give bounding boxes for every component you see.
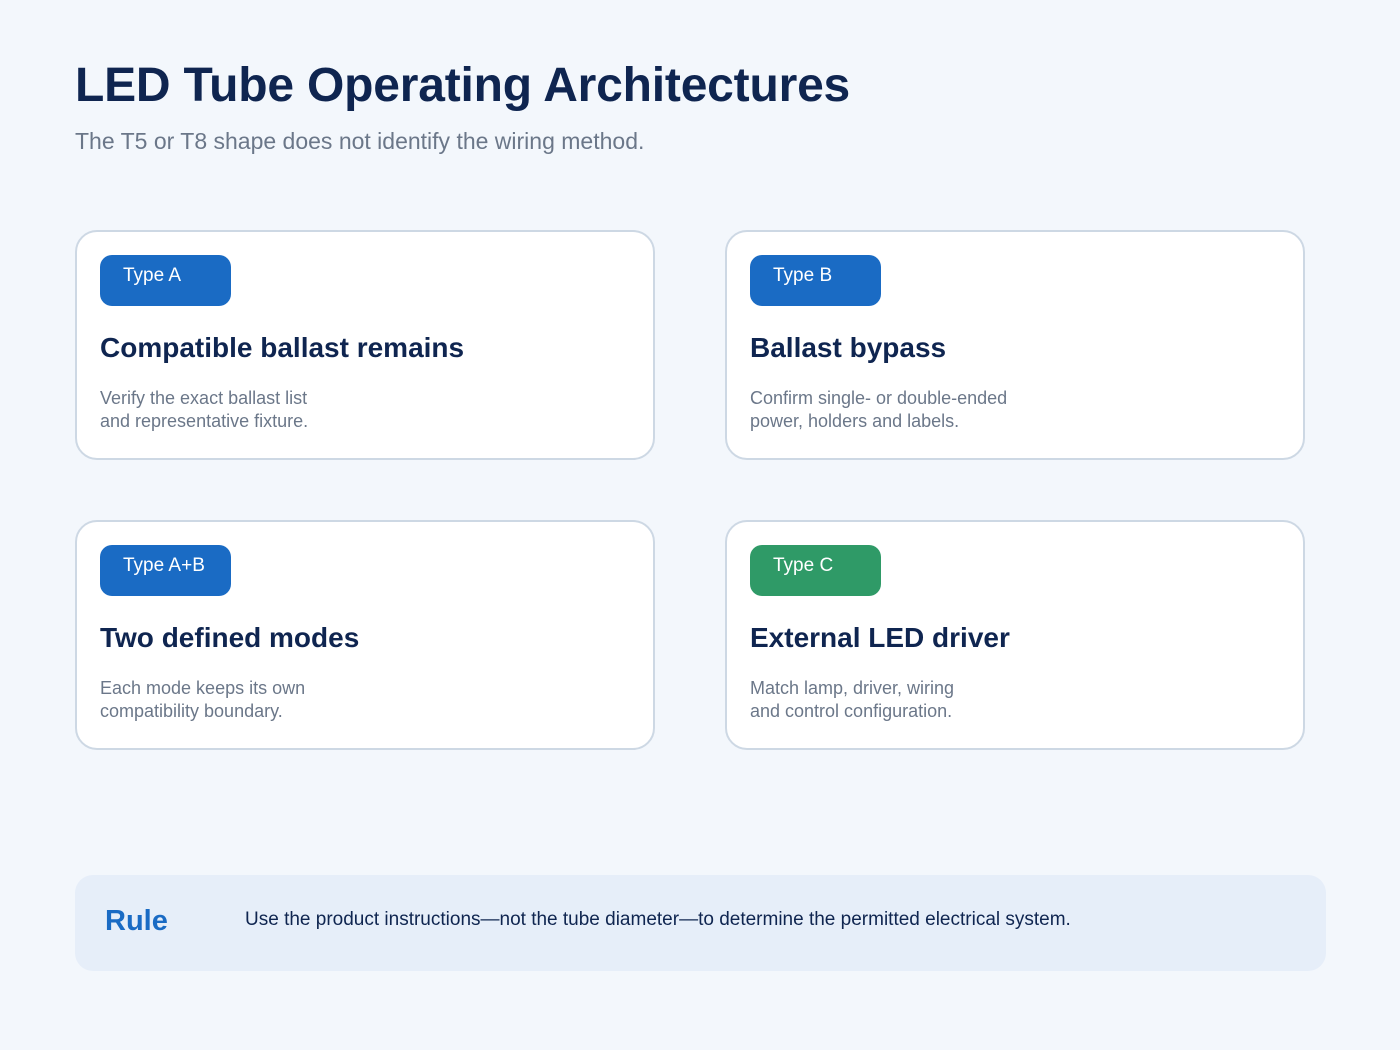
card-type-c: Type C External LED driver Match lamp, d… — [725, 520, 1305, 750]
card-title: Compatible ballast remains — [100, 332, 465, 363]
card-type-a: Type A Compatible ballast remains Verify… — [75, 230, 655, 460]
type-badge: Type C — [750, 545, 881, 596]
card-description-line: and control configuration. — [750, 701, 953, 721]
card-description: Match lamp, driver, wiring and control c… — [750, 677, 954, 723]
card-description: Confirm single- or double-ended power, h… — [750, 387, 1007, 433]
card-description-line: Match lamp, driver, wiring — [750, 678, 955, 698]
type-badge: Type A — [100, 255, 231, 306]
rule-text: Use the product instructions—not the tub… — [245, 909, 1071, 930]
page-title: LED Tube Operating Architectures — [75, 59, 851, 112]
page: LED Tube Operating Architectures The T5 … — [0, 0, 1400, 1050]
card-description-line: Each mode keeps its own — [100, 678, 306, 698]
card-description: Each mode keeps its own compatibility bo… — [100, 677, 305, 723]
card-description-line: and representative fixture. — [100, 411, 309, 431]
type-badge: Type B — [750, 255, 881, 306]
page-subtitle: The T5 or T8 shape does not identify the… — [75, 128, 645, 154]
rule-callout: Rule Use the product instructions—not th… — [75, 875, 1326, 971]
card-description-line: Confirm single- or double-ended — [750, 388, 1008, 408]
card-title: Ballast bypass — [750, 332, 947, 363]
rule-label: Rule — [105, 905, 168, 937]
card-description-line: Verify the exact ballast list — [100, 388, 308, 408]
card-description-line: compatibility boundary. — [100, 701, 283, 721]
card-type-a-b: Type A+B Two defined modes Each mode kee… — [75, 520, 655, 750]
card-description-line: power, holders and labels. — [750, 411, 960, 431]
card-title: Two defined modes — [100, 622, 360, 653]
card-type-b: Type B Ballast bypass Confirm single- or… — [725, 230, 1305, 460]
card-description: Verify the exact ballast list and repres… — [100, 387, 308, 433]
type-badge: Type A+B — [100, 545, 231, 596]
card-title: External LED driver — [750, 622, 1010, 653]
